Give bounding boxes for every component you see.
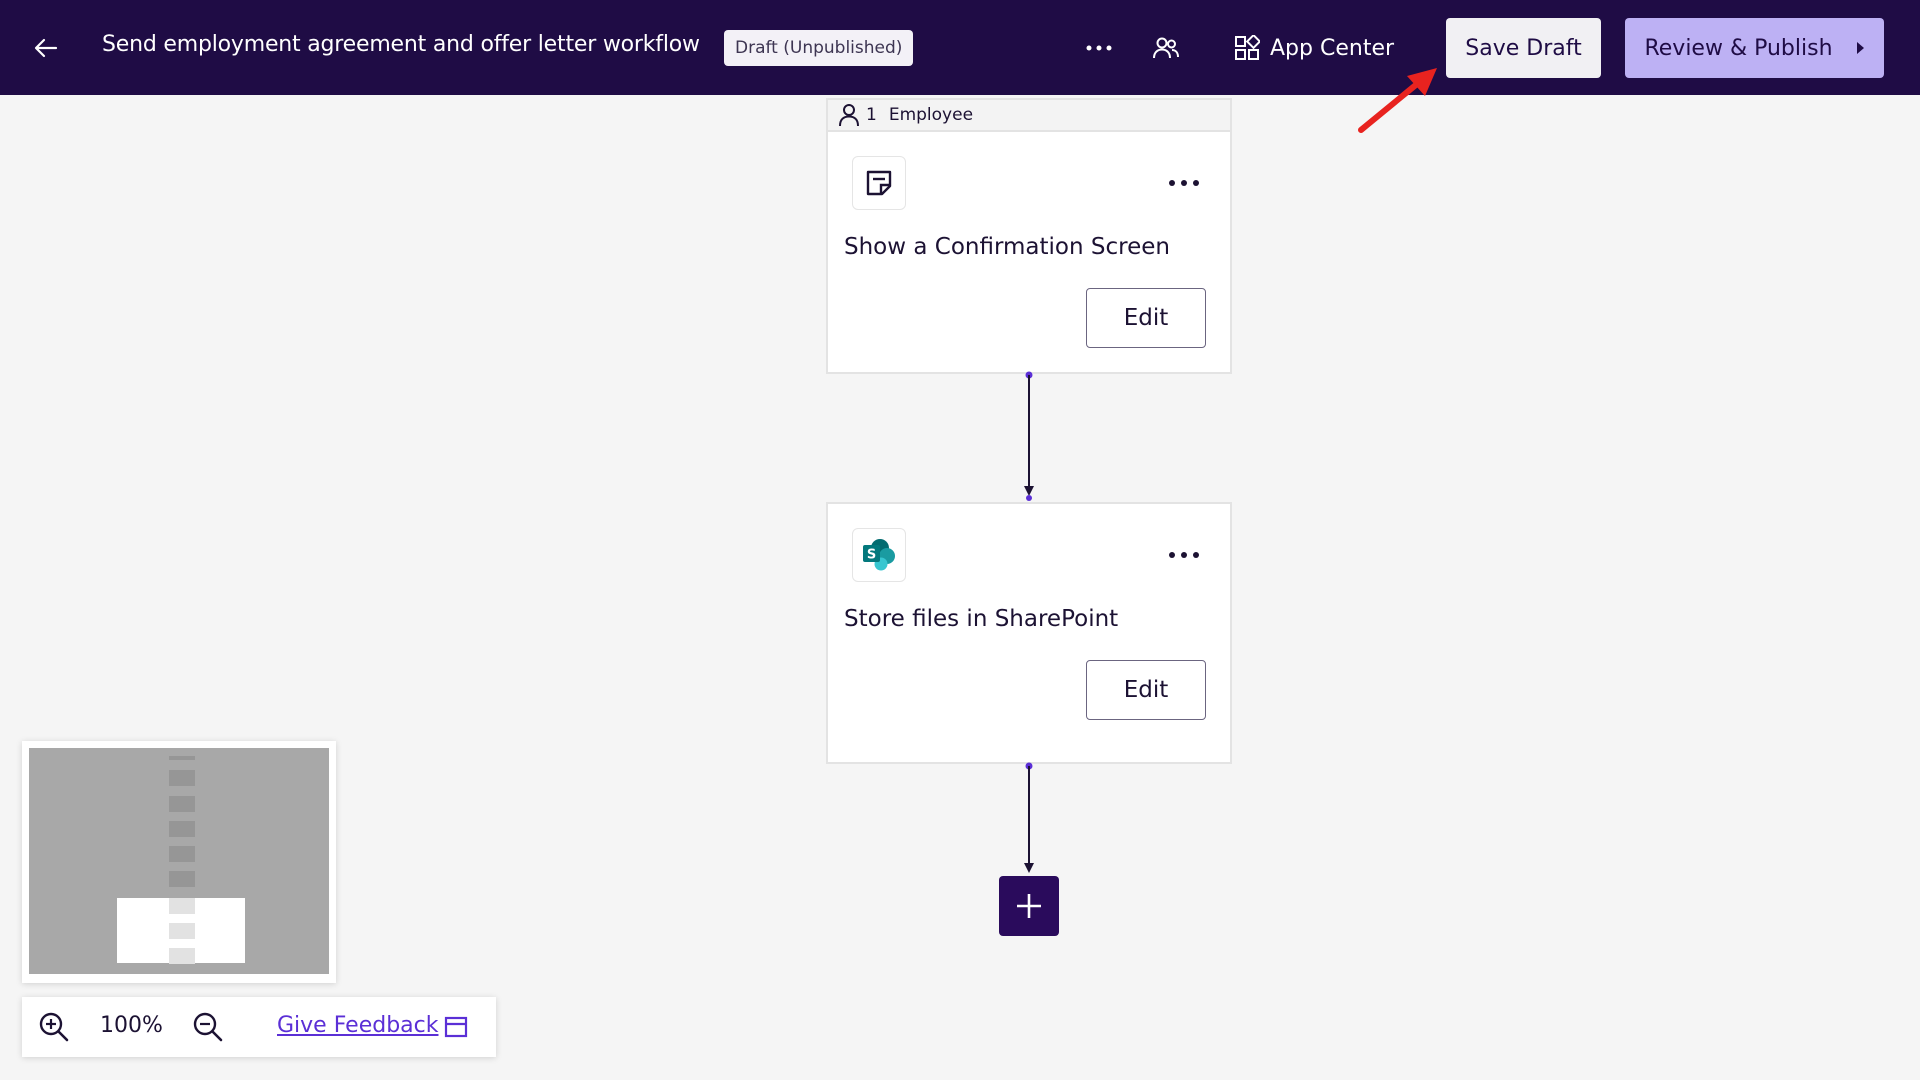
- step-card[interactable]: Show a Confirmation Screen Edit: [826, 130, 1232, 374]
- minimap-node: [169, 871, 195, 887]
- step-more-button[interactable]: [1164, 540, 1204, 570]
- svg-text:S: S: [867, 548, 876, 563]
- minimap-node: [169, 796, 195, 812]
- back-button[interactable]: [28, 30, 64, 66]
- minimap-node: [169, 846, 195, 862]
- edit-step-button[interactable]: Edit: [1086, 288, 1206, 348]
- status-badge: Draft (Unpublished): [724, 30, 914, 66]
- minimap-node: [169, 948, 195, 964]
- step-title: Store files in SharePoint: [844, 606, 1119, 632]
- zoom-out-button[interactable]: [190, 1009, 226, 1045]
- arrow-left-icon: [34, 38, 58, 58]
- zoom-in-button[interactable]: [36, 1009, 72, 1045]
- top-bar: Send employment agreement and offer lett…: [0, 0, 1920, 95]
- step-icon-box: S: [852, 528, 906, 582]
- more-horizontal-icon: [1169, 180, 1199, 186]
- minimap[interactable]: [22, 741, 336, 983]
- connector-line: [1024, 762, 1034, 873]
- zoom-level: 100%: [100, 1013, 163, 1038]
- caret-right-icon: [1856, 42, 1864, 54]
- step-more-button[interactable]: [1164, 168, 1204, 198]
- person-icon: [839, 104, 859, 127]
- panel-icon: [444, 1016, 468, 1038]
- minimap-node: [169, 756, 195, 760]
- add-step-button[interactable]: [999, 876, 1059, 936]
- zoom-out-icon: [193, 1012, 223, 1042]
- annotation-arrow: [1358, 68, 1437, 133]
- step-icon-box: [852, 156, 906, 210]
- feedback-panel-icon[interactable]: [442, 1013, 470, 1041]
- people-icon: [1153, 37, 1179, 59]
- zoom-toolbar: 100% Give Feedback: [22, 997, 496, 1057]
- role-tab: 1 Employee: [826, 98, 1232, 130]
- connector-line: [1024, 371, 1034, 501]
- confirmation-screen-icon: [866, 170, 892, 196]
- zoom-in-icon: [39, 1012, 69, 1042]
- header-more-button[interactable]: [1083, 32, 1115, 64]
- save-draft-button[interactable]: Save Draft: [1446, 18, 1601, 78]
- review-publish-button[interactable]: Review & Publish: [1625, 18, 1884, 78]
- workflow-title: Send employment agreement and offer lett…: [102, 32, 700, 57]
- more-horizontal-icon: [1086, 45, 1112, 51]
- give-feedback-link[interactable]: Give Feedback: [277, 1013, 438, 1038]
- collaborators-button[interactable]: [1148, 30, 1184, 66]
- plus-icon: [1017, 894, 1041, 918]
- minimap-node: [169, 821, 195, 837]
- step-title: Show a Confirmation Screen: [844, 234, 1170, 260]
- review-publish-label: Review & Publish: [1644, 35, 1833, 61]
- more-horizontal-icon: [1169, 552, 1199, 558]
- grid-icon: [1235, 35, 1260, 60]
- role-label: Employee: [888, 105, 974, 125]
- edit-step-button[interactable]: Edit: [1086, 660, 1206, 720]
- minimap-node: [169, 898, 195, 914]
- minimap-node: [169, 923, 195, 939]
- minimap-canvas[interactable]: [29, 748, 329, 974]
- step-card[interactable]: S Store files in SharePoint Edit: [826, 502, 1232, 764]
- minimap-node: [169, 770, 195, 786]
- app-center-label: App Center: [1270, 35, 1395, 61]
- role-count: 1: [866, 105, 877, 125]
- sharepoint-icon: S: [863, 539, 895, 571]
